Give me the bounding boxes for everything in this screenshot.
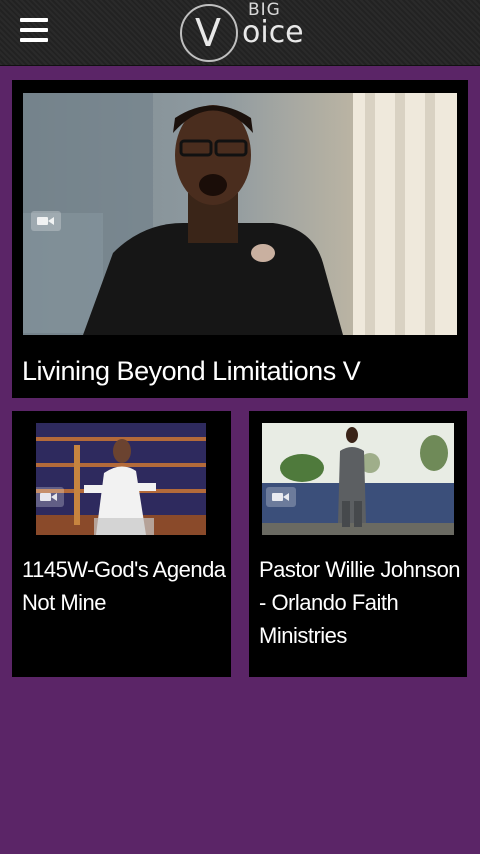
video-card-featured[interactable]: Livining Beyond Limitations V — [12, 80, 468, 398]
logo-oice-text: oice — [242, 15, 304, 50]
preacher-thumbnail-image — [36, 423, 206, 535]
video-camera-icon — [36, 487, 64, 507]
preacher-thumbnail-image — [23, 93, 457, 335]
video-camera-icon — [266, 487, 296, 507]
video-thumbnail[interactable] — [23, 93, 457, 335]
video-title: Livining Beyond Limitations V — [22, 356, 361, 386]
video-title: Pastor Willie Johnson - Orlando Faith Mi… — [259, 557, 461, 648]
video-card[interactable]: 1145W-God's Agenda Not Mine — [12, 411, 231, 677]
preacher-thumbnail-image — [262, 423, 454, 535]
logo-letter: V — [195, 11, 221, 55]
video-thumbnail[interactable] — [262, 423, 454, 535]
menu-line — [20, 18, 48, 22]
video-card[interactable]: Pastor Willie Johnson - Orlando Faith Mi… — [249, 411, 467, 677]
hamburger-menu-icon[interactable] — [20, 16, 52, 44]
menu-line — [20, 38, 48, 42]
video-camera-icon — [31, 211, 61, 231]
video-thumbnail[interactable] — [36, 423, 206, 535]
app-header: V BIG oice — [0, 0, 480, 66]
video-title: 1145W-God's Agenda Not Mine — [22, 557, 226, 615]
menu-line — [20, 28, 48, 32]
big-voice-logo[interactable]: V BIG oice — [180, 0, 310, 62]
